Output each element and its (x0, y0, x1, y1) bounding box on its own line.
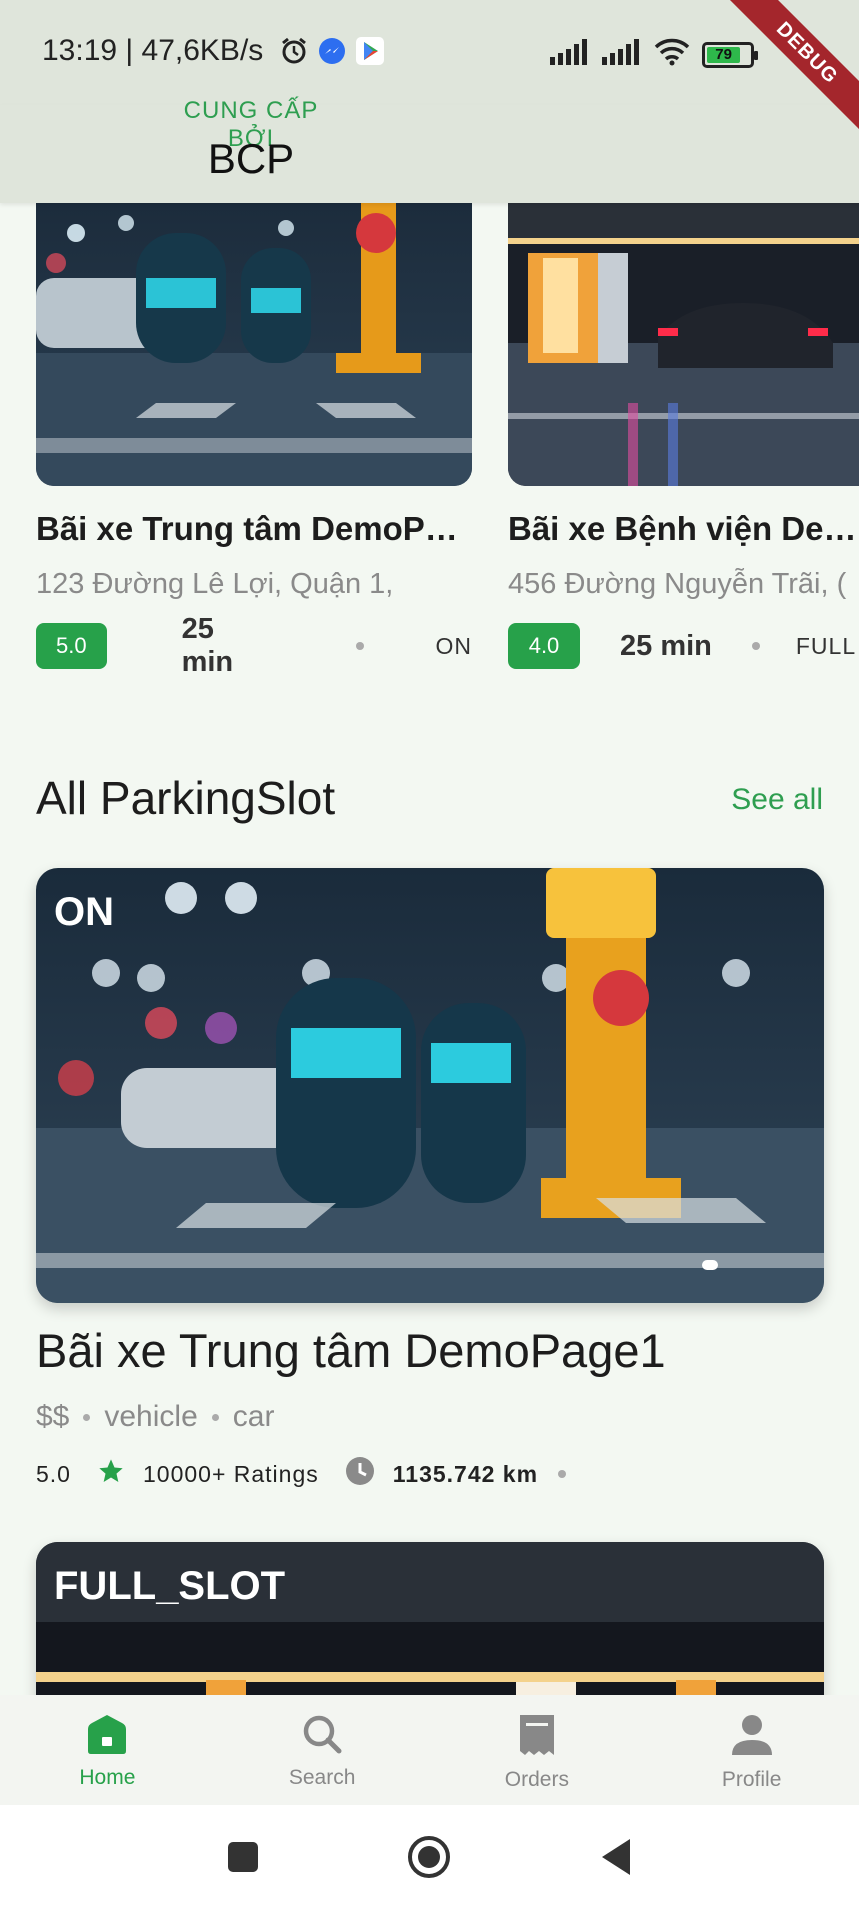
messenger-icon (317, 36, 347, 66)
home-icon (84, 1713, 130, 1760)
status-text: FULL (795, 632, 857, 659)
nav-profile[interactable]: Profile (644, 1695, 859, 1805)
slot-rating: 5.0 (36, 1460, 71, 1487)
nav-label: Profile (721, 1768, 782, 1791)
see-all-link[interactable]: See all (731, 783, 823, 817)
alarm-icon (279, 36, 309, 66)
featured-card[interactable]: Bãi xe Trung tâm DemoPa… 123 Đường Lê Lợ… (36, 203, 473, 678)
tag-vehicle: vehicle (104, 1400, 198, 1433)
back-button[interactable] (592, 1833, 640, 1881)
separator-dot (751, 642, 760, 650)
featured-title: Bãi xe Trung tâm DemoPa… (36, 510, 472, 547)
home-system-button[interactable] (405, 1833, 453, 1881)
app-header: CUNG CẤP BỞI BCP (0, 97, 859, 203)
recent-apps-button[interactable] (219, 1833, 267, 1881)
nav-orders[interactable]: Orders (430, 1695, 645, 1805)
status-time: 13:19 | 47,6KB/s (42, 34, 264, 67)
parking-slot-card[interactable]: ON Bãi xe Trung tâm DemoPage1 $$ vehicle… (36, 868, 824, 1492)
distance-text: 1135.742 km (392, 1460, 539, 1487)
nav-home[interactable]: Home (0, 1695, 215, 1805)
star-icon (97, 1457, 125, 1491)
play-store-icon (355, 36, 385, 66)
signal-icon (550, 39, 590, 70)
slot-status-badge: ON (54, 890, 114, 934)
featured-title: Bãi xe Bệnh viện Demo (508, 510, 859, 547)
bottom-navigation: Home Search Orders Profile (0, 1695, 859, 1805)
separator-dot (558, 1470, 567, 1478)
eta-text: 25 min (181, 613, 234, 678)
status-bar: 13:19 | 47,6KB/s 79 (0, 0, 859, 105)
parking-slot-card[interactable]: FULL_SLOT (36, 1542, 824, 1695)
featured-address: 456 Đường Nguyễn Trãi, ( (508, 568, 847, 600)
nav-search[interactable]: Search (215, 1695, 430, 1805)
wifi-icon (654, 38, 690, 71)
carousel-indicator (702, 1260, 718, 1270)
battery-level: 79 (707, 46, 741, 63)
slot-title: Bãi xe Trung tâm DemoPage1 (36, 1324, 666, 1377)
section-title: All ParkingSlot (36, 772, 336, 824)
separator-dot (83, 1413, 91, 1421)
parking-photo (508, 203, 859, 486)
nav-label: Orders (504, 1768, 569, 1791)
tag-car: car (232, 1400, 275, 1433)
profile-icon (730, 1713, 774, 1762)
slot-status-badge: FULL_SLOT (54, 1564, 286, 1608)
rating-badge: 5.0 (36, 623, 107, 669)
featured-address: 123 Đường Lê Lợi, Quận 1, (36, 568, 394, 600)
home-content[interactable]: Bãi xe Trung tâm DemoPa… 123 Đường Lê Lợ… (0, 203, 859, 1695)
separator-dot (211, 1413, 219, 1421)
signal-icon (602, 39, 642, 70)
separator-dot (355, 642, 364, 650)
status-text: ON (435, 632, 473, 659)
nav-label: Search (288, 1766, 356, 1789)
parking-photo (36, 203, 472, 486)
rating-badge: 4.0 (508, 623, 580, 669)
battery-icon: 79 (702, 41, 758, 68)
eta-text: 25 min (620, 629, 712, 662)
clock-icon (345, 1456, 375, 1492)
system-navigation-bar (0, 1805, 859, 1908)
provider-name: BCP (207, 135, 295, 182)
featured-card[interactable]: Bãi xe Bệnh viện Demo 456 Đường Nguyễn T… (508, 203, 859, 669)
nav-label: Home (79, 1766, 136, 1789)
ratings-count: 10000+ Ratings (142, 1460, 319, 1487)
search-icon (301, 1713, 343, 1760)
price-level: $$ (36, 1400, 70, 1433)
parking-slot-image[interactable]: FULL_SLOT (36, 1542, 824, 1695)
orders-icon (517, 1713, 557, 1762)
parking-slot-image[interactable]: ON (36, 868, 824, 1303)
